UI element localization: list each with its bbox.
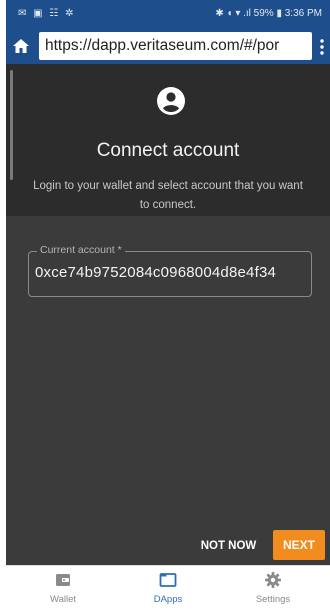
bottom-navigation: Wallet DApps Settings bbox=[6, 565, 330, 611]
nav-item-settings[interactable]: Settings bbox=[228, 566, 318, 611]
current-account-label: Current account * bbox=[37, 244, 125, 256]
overflow-menu-icon[interactable] bbox=[320, 39, 324, 55]
dapps-icon bbox=[159, 573, 177, 587]
nav-label-dapps: DApps bbox=[153, 594, 183, 605]
account-form: Current account * 0xce74b9752084c0968004… bbox=[6, 216, 330, 565]
nav-label-settings: Settings bbox=[255, 594, 291, 605]
account-circle-icon bbox=[157, 87, 185, 115]
next-button[interactable]: NEXT bbox=[273, 530, 325, 560]
page-title: Connect account bbox=[96, 140, 240, 161]
home-icon[interactable] bbox=[12, 37, 30, 55]
status-indicators: ✱ ◖ ▾ .ıl 59% ▮ 3:36 PM bbox=[215, 8, 322, 19]
gear-icon bbox=[265, 572, 281, 588]
nav-label-wallet: Wallet bbox=[49, 594, 77, 605]
not-now-button[interactable]: NOT NOW bbox=[191, 533, 266, 559]
status-bar: ✉ ▣ ☷ ✲ ✱ ◖ ▾ .ıl 59% ▮ 3:36 PM bbox=[6, 0, 330, 28]
current-account-value[interactable]: 0xce74b9752084c0968004d8e4f34 bbox=[35, 264, 276, 281]
page-subtitle: Login to your wallet and select account … bbox=[33, 180, 303, 211]
nav-item-wallet[interactable]: Wallet bbox=[18, 566, 108, 611]
phone-screen: ✉ ▣ ☷ ✲ ✱ ◖ ▾ .ıl 59% ▮ 3:36 PM https://… bbox=[6, 0, 330, 611]
connect-header: Connect account Login to your wallet and… bbox=[6, 64, 330, 216]
current-account-field[interactable]: Current account * 0xce74b9752084c0968004… bbox=[28, 244, 312, 297]
browser-toolbar: https://dapp.veritaseum.com/#/por bbox=[6, 28, 330, 64]
notification-icons: ✉ ▣ ☷ ✲ bbox=[18, 8, 76, 19]
wallet-icon bbox=[56, 574, 70, 586]
nav-item-dapps[interactable]: DApps bbox=[123, 566, 213, 611]
scrollbar[interactable] bbox=[10, 70, 13, 180]
url-input[interactable]: https://dapp.veritaseum.com/#/por bbox=[39, 32, 312, 60]
